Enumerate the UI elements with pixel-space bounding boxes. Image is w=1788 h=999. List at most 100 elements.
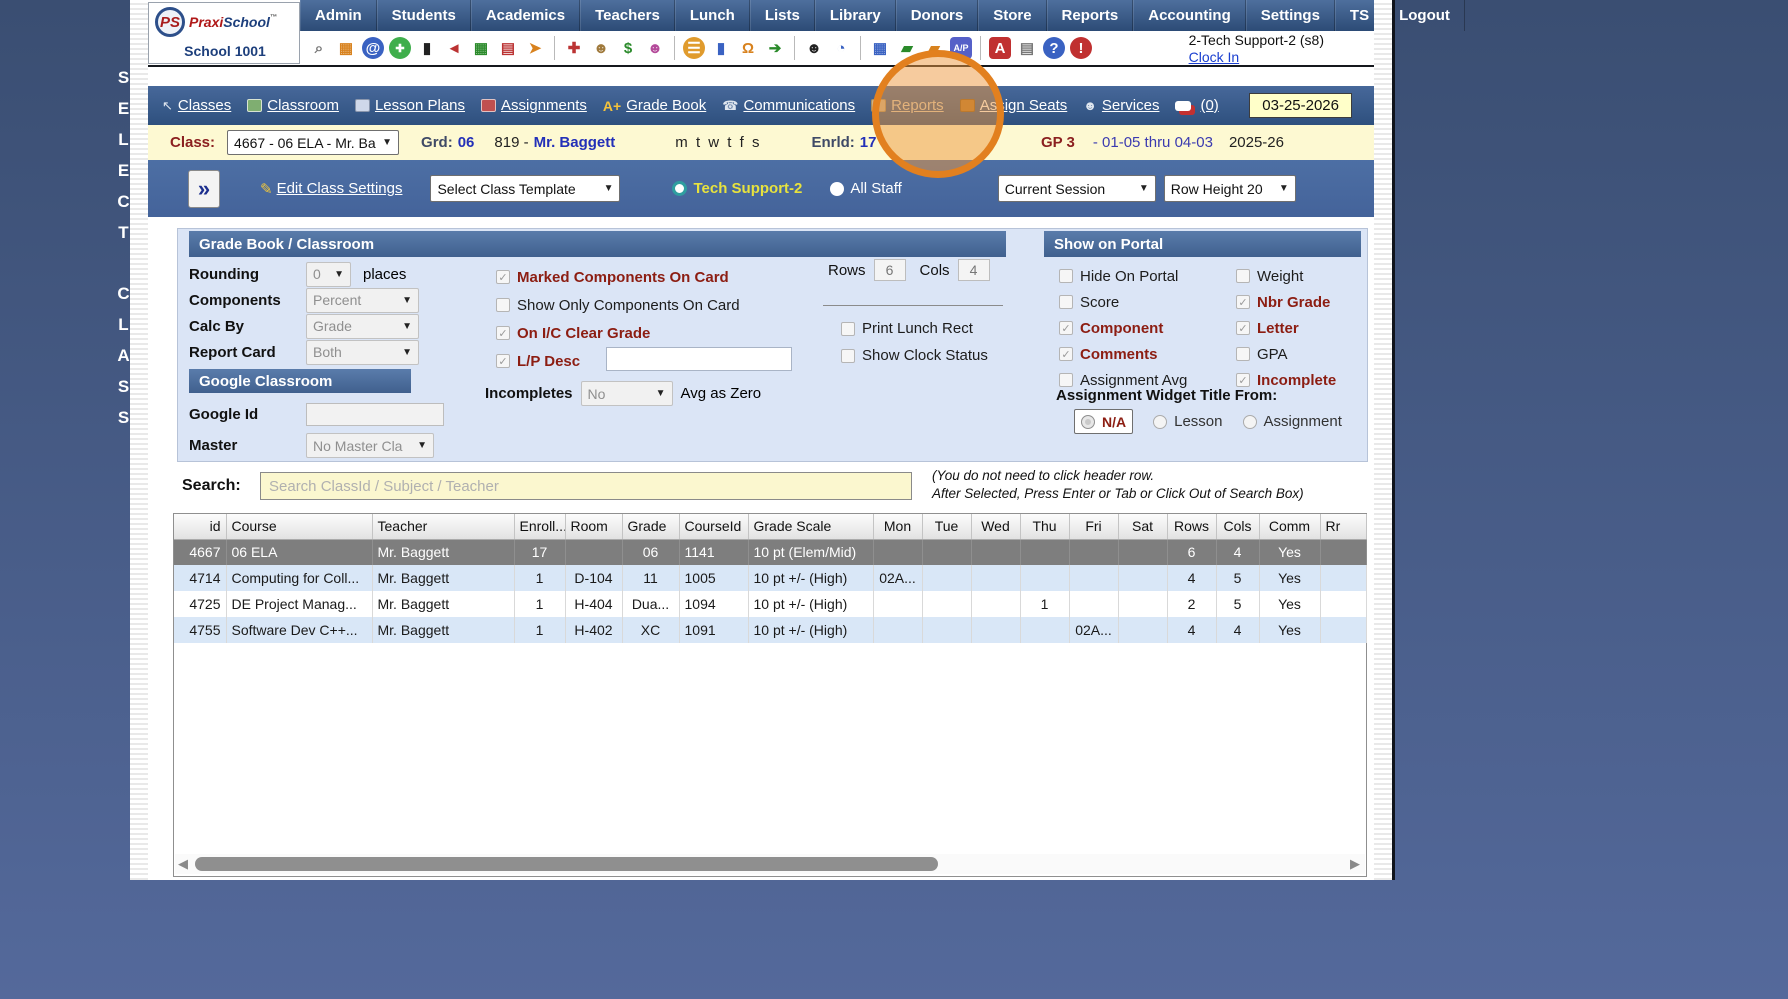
tech-support-radio[interactable]: Tech Support-2: [672, 180, 802, 197]
tab-lesson-plans[interactable]: Lesson Plans: [355, 97, 465, 114]
menu-item-logout[interactable]: Logout: [1384, 0, 1465, 31]
menu-item-lists[interactable]: Lists: [750, 0, 815, 31]
menu-item-donors[interactable]: Donors: [896, 0, 979, 31]
pdf-icon[interactable]: A: [989, 37, 1011, 59]
menu-item-lunch[interactable]: Lunch: [675, 0, 750, 31]
tab-grade-book[interactable]: A+Grade Book: [603, 97, 706, 114]
session-select[interactable]: Current Session▼: [998, 175, 1156, 202]
rounding-select[interactable]: 0▼: [306, 262, 351, 287]
chat-add-icon[interactable]: ✚: [389, 37, 411, 59]
scrollbar-thumb[interactable]: [195, 857, 938, 871]
cash-card-icon[interactable]: ▰: [896, 37, 918, 59]
menu-item-store[interactable]: Store: [978, 0, 1046, 31]
weight-checkbox[interactable]: Weight: [1236, 263, 1336, 289]
scroll-left-arrow[interactable]: ◀: [175, 856, 191, 872]
cols-input[interactable]: 4: [958, 259, 990, 281]
google-id-input[interactable]: [306, 403, 444, 426]
show-clock-status-checkbox[interactable]: Show Clock Status: [841, 342, 988, 369]
money-icon[interactable]: $: [617, 37, 639, 59]
table-row[interactable]: 466706 ELAMr. Baggett1706114110 pt (Elem…: [174, 539, 1366, 565]
menu-item-reports[interactable]: Reports: [1047, 0, 1134, 31]
tab-assignments[interactable]: Assignments: [481, 97, 587, 114]
calendar-date-icon[interactable]: ▤: [497, 37, 519, 59]
menu-item-academics[interactable]: Academics: [471, 0, 580, 31]
gpa-checkbox[interactable]: GPA: [1236, 341, 1336, 367]
folder-icon[interactable]: ▰: [923, 37, 945, 59]
widget-lesson-radio[interactable]: Lesson: [1153, 413, 1222, 430]
tab-reports[interactable]: Reports: [871, 97, 944, 114]
clock-icon[interactable]: ◔: [830, 37, 852, 59]
ap-icon[interactable]: A/P: [950, 37, 972, 59]
components-select[interactable]: Percent▼: [306, 288, 419, 313]
report-card-select[interactable]: Both▼: [306, 340, 419, 365]
hide-on-portal-checkbox[interactable]: Hide On Portal: [1059, 263, 1187, 289]
tab-services[interactable]: ☻Services: [1083, 97, 1159, 114]
menu-item-accounting[interactable]: Accounting: [1133, 0, 1246, 31]
table-row[interactable]: 4755Software Dev C++...Mr. Baggett1H-402…: [174, 617, 1366, 643]
current-date-box[interactable]: 03-25-2026: [1249, 93, 1352, 118]
calendar-grid-icon[interactable]: ▦: [335, 37, 357, 59]
show-only-components-checkbox[interactable]: Show Only Components On Card: [496, 291, 740, 319]
class-select[interactable]: 4667 - 06 ELA - Mr. Ba▼: [227, 130, 399, 155]
all-staff-radio[interactable]: All Staff: [830, 180, 901, 197]
score-checkbox[interactable]: Score: [1059, 289, 1187, 315]
family-icon[interactable]: ☻: [644, 37, 666, 59]
search-icon[interactable]: ⌕: [308, 37, 330, 59]
binder-icon[interactable]: ▮: [710, 37, 732, 59]
search-input[interactable]: [260, 472, 912, 500]
master-select[interactable]: No Master Cla▼: [306, 433, 434, 458]
mobile-phone-icon[interactable]: ▮: [416, 37, 438, 59]
email-icon[interactable]: @: [362, 37, 384, 59]
schedule-grid-icon[interactable]: ▦: [470, 37, 492, 59]
menu-item-students[interactable]: Students: [377, 0, 471, 31]
table-row[interactable]: 4714Computing for Coll...Mr. Baggett1D-1…: [174, 565, 1366, 591]
menu-item-teachers[interactable]: Teachers: [580, 0, 675, 31]
table-grid-icon[interactable]: ▦: [869, 37, 891, 59]
row-height-select[interactable]: Row Height 20▼: [1164, 175, 1296, 202]
horizontal-scrollbar[interactable]: ◀ ▶: [175, 854, 1365, 874]
lp-desc-input[interactable]: [606, 347, 792, 371]
class-template-select[interactable]: Select Class Template▼: [430, 175, 620, 202]
forward-note-icon[interactable]: ➔: [764, 37, 786, 59]
widget-assignment-radio[interactable]: Assignment: [1243, 413, 1342, 430]
nbr-grade-checkbox[interactable]: Nbr Grade: [1236, 289, 1336, 315]
table-row[interactable]: 4725DE Project Manag...Mr. Baggett1H-404…: [174, 591, 1366, 617]
calc-by-select[interactable]: Grade▼: [306, 314, 419, 339]
incompletes-select[interactable]: No▼: [581, 381, 673, 406]
speaker-icon[interactable]: ◄: [443, 37, 465, 59]
alert-icon[interactable]: !: [1070, 37, 1092, 59]
menu-item-library[interactable]: Library: [815, 0, 896, 31]
menu-item-admin[interactable]: Admin: [300, 0, 377, 31]
expand-button[interactable]: »: [188, 170, 220, 208]
megaphone-icon[interactable]: ➤: [524, 37, 546, 59]
widget-na-radio[interactable]: N/A: [1074, 409, 1133, 434]
printer-icon[interactable]: ▤: [1016, 37, 1038, 59]
tab-messages[interactable]: (0): [1175, 97, 1218, 114]
comments-checkbox[interactable]: Comments: [1059, 341, 1187, 367]
student-icon[interactable]: ☻: [590, 37, 612, 59]
portal-options-col1: Hide On Portal Score Component Comments …: [1059, 263, 1187, 393]
rows-input[interactable]: 6: [874, 259, 906, 281]
print-lunch-rect-checkbox[interactable]: Print Lunch Rect: [841, 315, 988, 342]
radio-dot: [1243, 415, 1257, 429]
edit-class-settings-link[interactable]: Edit Class Settings: [277, 180, 403, 197]
help-icon[interactable]: ?: [1043, 37, 1065, 59]
letter-checkbox[interactable]: Letter: [1236, 315, 1336, 341]
menu-item-settings[interactable]: Settings: [1246, 0, 1335, 31]
tab-classroom[interactable]: Classroom: [247, 97, 339, 114]
nurse-icon[interactable]: ✚: [563, 37, 585, 59]
staff-icon[interactable]: ☻: [803, 37, 825, 59]
radio-dot: [1153, 415, 1167, 429]
component-checkbox[interactable]: Component: [1059, 315, 1187, 341]
tab-assign-seats[interactable]: Assign Seats: [960, 97, 1068, 114]
tab-communications[interactable]: ☎Communications: [722, 97, 855, 114]
clock-in-link[interactable]: Clock In: [1189, 49, 1240, 65]
marked-components-checkbox[interactable]: Marked Components On Card: [496, 263, 740, 291]
brand-name: PraxiSchool™: [189, 14, 277, 30]
table-header-row[interactable]: id Course Teacher Enroll... Room Grade C…: [174, 514, 1366, 539]
on-ic-clear-grade-checkbox[interactable]: On I/C Clear Grade: [496, 319, 740, 347]
lunch-icon[interactable]: ☰: [683, 37, 705, 59]
bell-icon[interactable]: Ω: [737, 37, 759, 59]
scroll-right-arrow[interactable]: ▶: [1347, 856, 1363, 872]
tab-classes[interactable]: ↖Classes: [162, 97, 231, 114]
